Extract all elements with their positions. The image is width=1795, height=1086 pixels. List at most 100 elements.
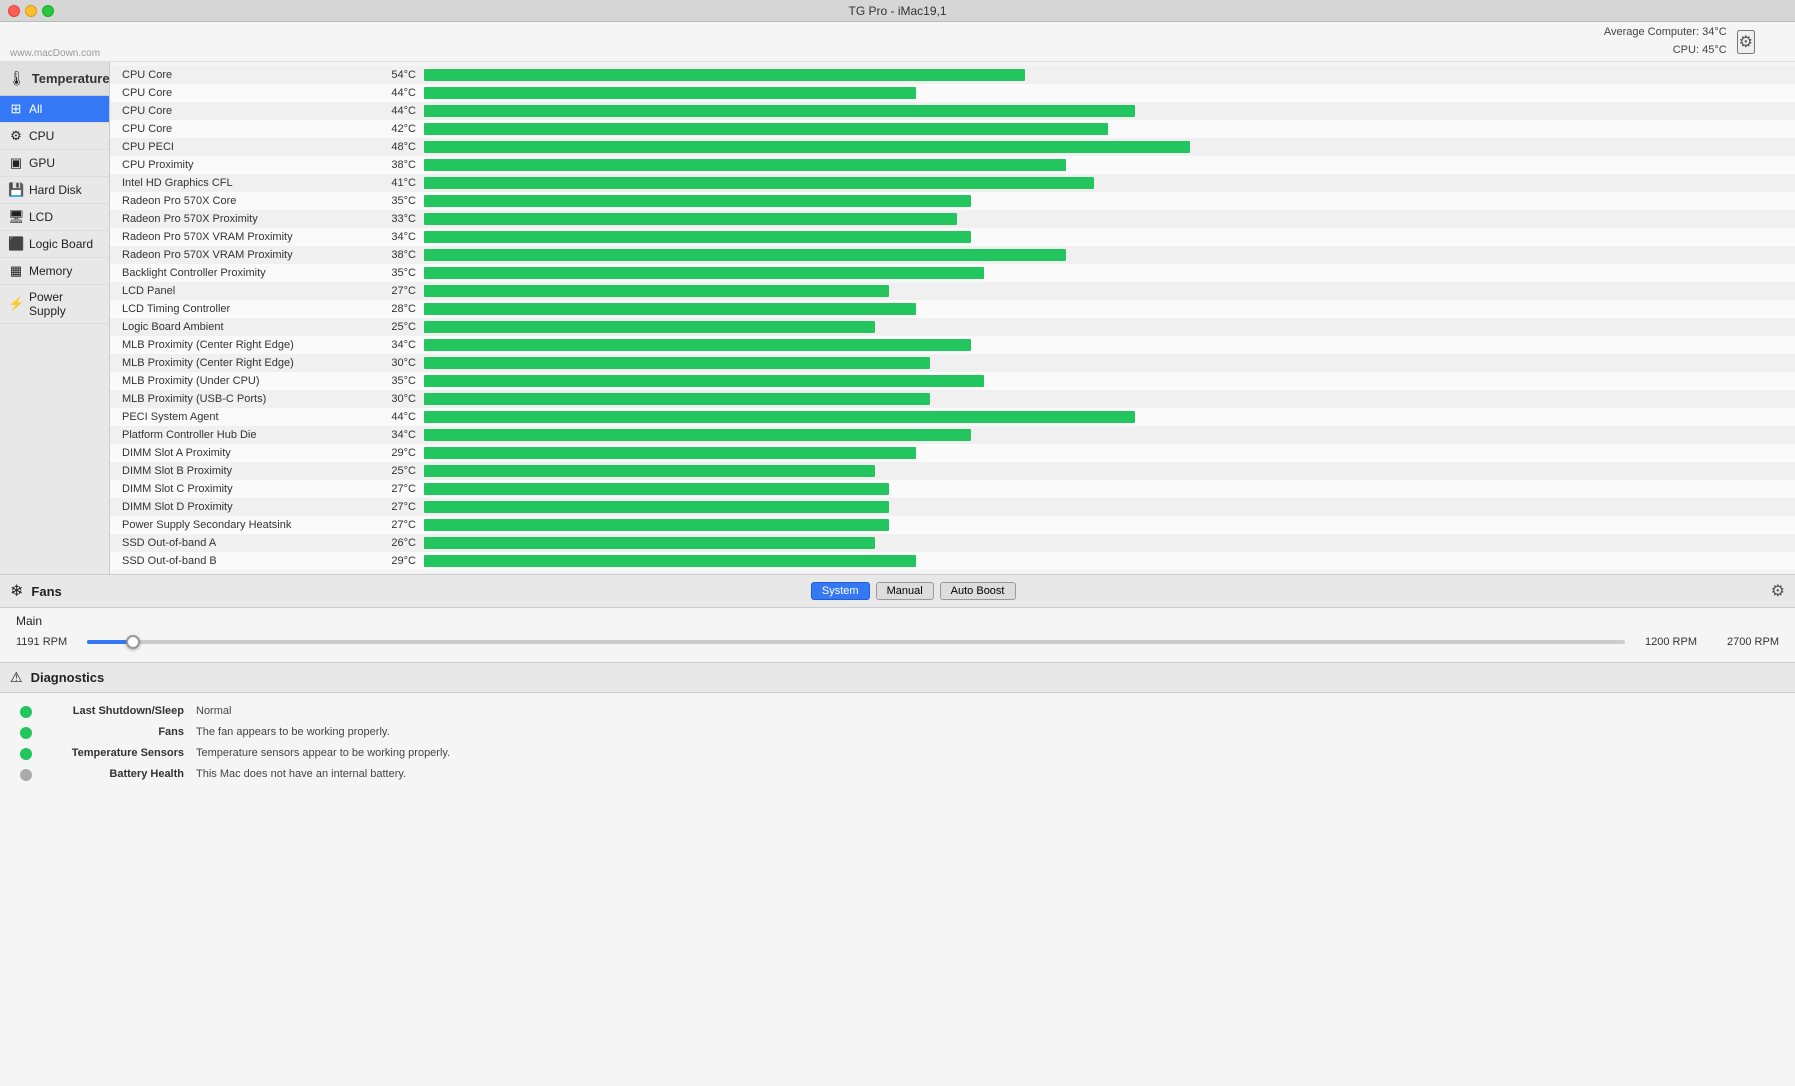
fan-mode-system-button[interactable]: System [811,582,870,600]
settings-gear-icon[interactable]: ⚙ [1737,30,1755,54]
table-row: SSD Out-of-band B 29°C [110,552,1795,570]
fan-min-rpm: 1200 RPM [1645,636,1697,648]
app-container: www.macDown.com Average Computer: 34°C C… [0,22,1795,1086]
sensor-bar-container [424,177,1791,189]
fan-mode-manual-button[interactable]: Manual [876,582,934,600]
titlebar: TG Pro - iMac19,1 [0,0,1795,22]
sensor-value: 27°C [374,519,424,531]
diag-row: Temperature Sensors Temperature sensors … [20,743,1775,764]
temperatures-header: 🌡 Temperatures [0,62,109,96]
diag-label: Fans [44,726,184,738]
sidebar-item-gpu[interactable]: ▣ GPU [0,150,109,177]
sensor-name: Radeon Pro 570X Proximity [114,213,374,225]
sensor-name: Radeon Pro 570X Core [114,195,374,207]
table-row: Radeon Pro 570X VRAM Proximity 34°C [110,228,1795,246]
fan-mode-autoboost-button[interactable]: Auto Boost [940,582,1016,600]
cpu-label: CPU: [1673,44,1699,56]
fan-slider-thumb[interactable] [126,635,140,649]
sensor-bar-container [424,519,1791,531]
diag-value: This Mac does not have an internal batte… [196,768,406,780]
sensor-value: 26°C [374,537,424,549]
table-row: PECI System Agent 44°C [110,408,1795,426]
sidebar: 🌡 Temperatures ⊞ All ⚙ CPU ▣ GPU 💾 Hard … [0,62,110,574]
thermometer-icon: 🌡 [8,70,26,87]
sensor-bar-container [424,285,1791,297]
sensor-bar [424,357,930,369]
sensor-bar-container [424,555,1791,567]
sensor-name: DIMM Slot D Proximity [114,501,374,513]
sensor-bar [424,159,1066,171]
sidebar-icon-harddisk: 💾 [8,182,24,198]
sidebar-label-all: All [29,102,42,116]
sensor-value: 48°C [374,141,424,153]
sensor-bar [424,69,1025,81]
watermark: www.macDown.com [10,48,100,59]
minimize-button[interactable] [25,5,37,17]
sensor-bar [424,177,1094,189]
traffic-lights [8,5,54,17]
sensor-bar [424,249,1066,261]
table-row: CPU Core 44°C [110,84,1795,102]
sidebar-label-cpu: CPU [29,129,54,143]
sensor-name: Power Supply Secondary Heatsink [114,519,374,531]
sensor-name: DIMM Slot C Proximity [114,483,374,495]
close-button[interactable] [8,5,20,17]
sensor-bar [424,393,930,405]
sensor-bar-container [424,123,1791,135]
sidebar-item-powersupply[interactable]: ⚡ Power Supply [0,285,109,324]
sensor-value: 41°C [374,177,424,189]
maximize-button[interactable] [42,5,54,17]
sensor-name: SSD Out-of-band A [114,537,374,549]
fans-content: Main 1191 RPM 1200 RPM 2700 RPM [0,608,1795,662]
sidebar-item-all[interactable]: ⊞ All [0,96,109,123]
table-row: Platform Controller Hub Die 34°C [110,426,1795,444]
sensor-bar-container [424,465,1791,477]
sidebar-label-logicboard: Logic Board [29,237,93,251]
sensor-value: 35°C [374,267,424,279]
sensor-bar-container [424,195,1791,207]
sensor-bar-container [424,267,1791,279]
sensor-value: 29°C [374,555,424,567]
sidebar-item-cpu[interactable]: ⚙ CPU [0,123,109,150]
sensor-value: 29°C [374,447,424,459]
table-row: Backlight Controller Proximity 35°C [110,264,1795,282]
sidebar-label-memory: Memory [29,264,72,278]
table-row: MLB Proximity (Under CPU) 35°C [110,372,1795,390]
table-row: Logic Board Ambient 25°C [110,318,1795,336]
table-row: Radeon Pro 570X Core 35°C [110,192,1795,210]
sensor-bar [424,195,971,207]
fans-gear-icon[interactable]: ⚙ [1771,581,1785,601]
table-row: MLB Proximity (Center Right Edge) 34°C [110,336,1795,354]
sensor-name: CPU Core [114,87,374,99]
diag-status-dot [20,769,32,781]
sensor-bar-container [424,231,1791,243]
sidebar-item-harddisk[interactable]: 💾 Hard Disk [0,177,109,204]
sensor-name: MLB Proximity (USB-C Ports) [114,393,374,405]
window-title: TG Pro - iMac19,1 [848,4,946,18]
sensor-bar-container [424,429,1791,441]
sensor-bar-container [424,159,1791,171]
sensor-name: LCD Panel [114,285,374,297]
sensor-value: 28°C [374,303,424,315]
diagnostics-section: ⚠ Diagnostics Last Shutdown/Sleep Normal… [0,663,1795,1086]
sidebar-item-logicboard[interactable]: ⬛ Logic Board [0,231,109,258]
sensor-name: PECI System Agent [114,411,374,423]
sensor-bar [424,465,875,477]
sensor-bar-container [424,69,1791,81]
sensor-bar [424,267,984,279]
sensor-name: Intel HD Graphics CFL [114,177,374,189]
sensor-name: DIMM Slot B Proximity [114,465,374,477]
sensor-bar-container [424,537,1791,549]
sensor-value: 38°C [374,159,424,171]
sidebar-item-memory[interactable]: ▦ Memory [0,258,109,285]
sidebar-label-lcd: LCD [29,210,53,224]
sidebar-icon-all: ⊞ [8,101,24,117]
sensor-value: 27°C [374,285,424,297]
sensor-value: 44°C [374,105,424,117]
top-info-bar: www.macDown.com Average Computer: 34°C C… [0,22,1795,62]
sidebar-item-lcd[interactable]: 🖥 LCD [0,204,109,231]
fan-slider-container[interactable] [87,632,1625,652]
sensor-bar [424,231,971,243]
fans-label: Fans [31,584,61,599]
sensor-name: MLB Proximity (Center Right Edge) [114,357,374,369]
